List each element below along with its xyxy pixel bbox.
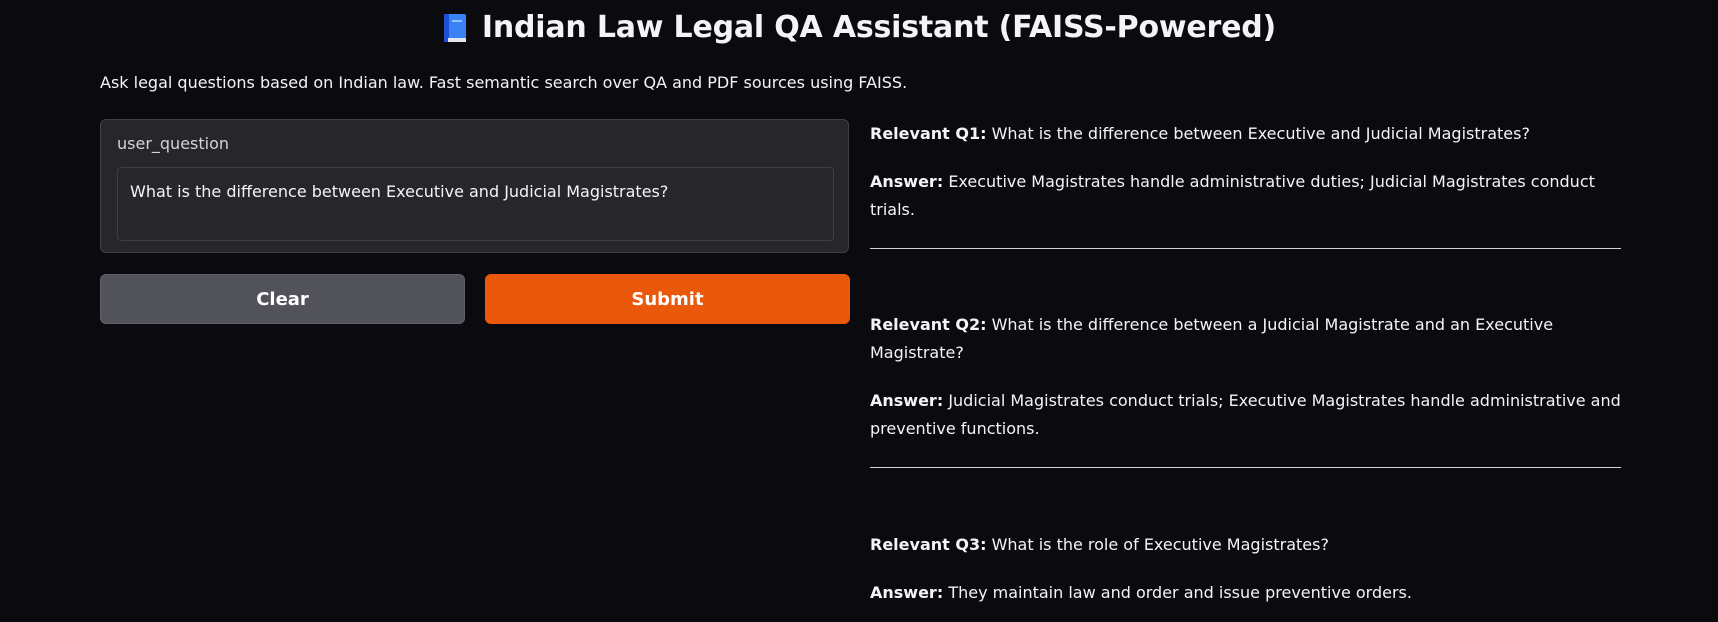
result-answer: Answer: Executive Magistrates handle adm…: [870, 168, 1622, 224]
result-question: Relevant Q3: What is the role of Executi…: [870, 531, 1412, 559]
result-item: Relevant Q1: What is the difference betw…: [870, 120, 1622, 224]
submit-button[interactable]: Submit: [485, 274, 850, 324]
result-answer: Answer: Judicial Magistrates conduct tri…: [870, 387, 1622, 443]
result-answer-text: Judicial Magistrates conduct trials; Exe…: [870, 391, 1621, 438]
result-divider: [870, 248, 1621, 249]
result-question: Relevant Q2: What is the difference betw…: [870, 311, 1622, 367]
blue-book-icon: [442, 12, 468, 44]
header: Indian Law Legal QA Assistant (FAISS-Pow…: [0, 10, 1718, 45]
result-item: Relevant Q3: What is the role of Executi…: [870, 531, 1412, 607]
clear-button[interactable]: Clear: [100, 274, 465, 324]
result-question-text: What is the difference between Executive…: [991, 124, 1530, 143]
result-question-text: What is the role of Executive Magistrate…: [991, 535, 1329, 554]
result-answer-text: They maintain law and order and issue pr…: [948, 583, 1412, 602]
question-input-label: user_question: [117, 134, 230, 153]
question-input-block: user_question What is the difference bet…: [100, 119, 849, 253]
result-answer-label: Answer:: [870, 172, 944, 191]
result-question-label: Relevant Q1:: [870, 124, 987, 143]
page-title: Indian Law Legal QA Assistant (FAISS-Pow…: [481, 10, 1277, 45]
question-textarea[interactable]: What is the difference between Executive…: [117, 167, 834, 241]
result-item: Relevant Q2: What is the difference betw…: [870, 311, 1622, 443]
result-answer-label: Answer:: [870, 583, 944, 602]
page-description: Ask legal questions based on Indian law.…: [100, 73, 908, 92]
result-divider: [870, 467, 1621, 468]
result-question-label: Relevant Q3:: [870, 535, 987, 554]
result-answer: Answer: They maintain law and order and …: [870, 579, 1412, 607]
app-page: Indian Law Legal QA Assistant (FAISS-Pow…: [0, 0, 1718, 622]
result-answer-label: Answer:: [870, 391, 944, 410]
result-answer-text: Executive Magistrates handle administrat…: [870, 172, 1595, 219]
result-question: Relevant Q1: What is the difference betw…: [870, 120, 1622, 148]
result-question-label: Relevant Q2:: [870, 315, 987, 334]
